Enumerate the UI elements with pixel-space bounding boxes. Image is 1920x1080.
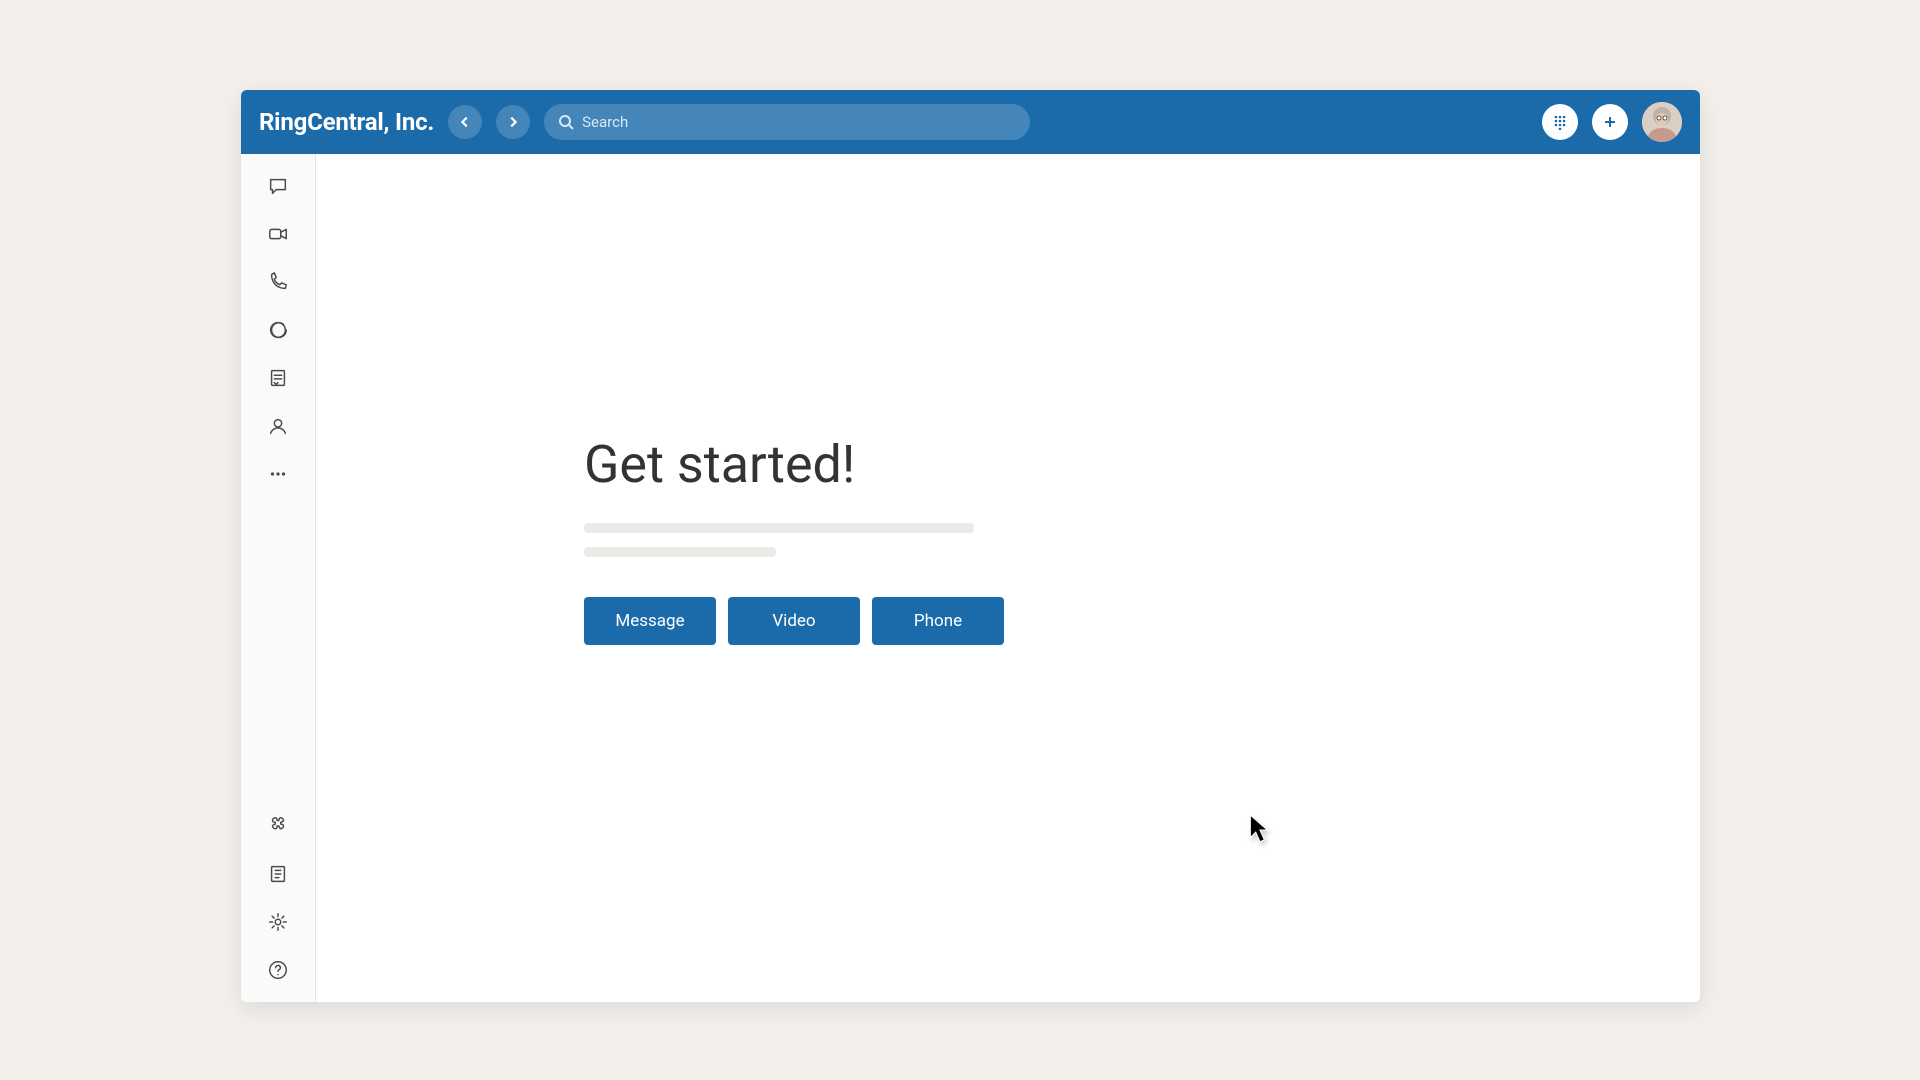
sidebar-item-text[interactable] xyxy=(258,316,298,344)
app-window: RingCentral, Inc. Search xyxy=(241,90,1700,1002)
video-icon xyxy=(267,223,289,245)
dialpad-button[interactable] xyxy=(1542,104,1578,140)
search-placeholder: Search xyxy=(582,113,628,131)
dialpad-icon xyxy=(1552,114,1568,130)
sidebar-item-help[interactable] xyxy=(258,956,298,984)
apps-icon xyxy=(267,815,289,837)
sidebar-item-more[interactable] xyxy=(258,460,298,488)
video-button[interactable]: Video xyxy=(728,597,860,645)
app-body: Get started! Message Video Phone xyxy=(241,154,1700,1002)
phone-icon xyxy=(267,271,289,293)
sidebar-item-contacts[interactable] xyxy=(258,412,298,440)
chevron-right-icon xyxy=(506,115,520,129)
new-action-button[interactable] xyxy=(1592,104,1628,140)
more-icon xyxy=(267,463,289,485)
settings-icon xyxy=(267,911,289,933)
sidebar-item-resource[interactable] xyxy=(258,860,298,888)
sidebar-item-fax[interactable] xyxy=(258,364,298,392)
text-icon xyxy=(267,319,289,341)
phone-button[interactable]: Phone xyxy=(872,597,1004,645)
action-button-row: Message Video Phone xyxy=(584,597,1700,645)
nav-back-button[interactable] xyxy=(448,105,482,139)
resource-icon xyxy=(267,863,289,885)
chevron-left-icon xyxy=(458,115,472,129)
sidebar-item-settings[interactable] xyxy=(258,908,298,936)
search-input[interactable]: Search xyxy=(544,104,1030,140)
user-avatar[interactable] xyxy=(1642,102,1682,142)
contacts-icon xyxy=(267,415,289,437)
avatar-icon xyxy=(1642,102,1682,142)
skeleton-line xyxy=(584,547,776,557)
nav-forward-button[interactable] xyxy=(496,105,530,139)
message-button[interactable]: Message xyxy=(584,597,716,645)
app-title: RingCentral, Inc. xyxy=(259,108,434,136)
sidebar-item-message[interactable] xyxy=(258,172,298,200)
message-icon xyxy=(267,175,289,197)
sidebar-item-apps[interactable] xyxy=(258,812,298,840)
sidebar-item-phone[interactable] xyxy=(258,268,298,296)
help-icon xyxy=(267,959,289,981)
sidebar xyxy=(241,154,316,1002)
main-content: Get started! Message Video Phone xyxy=(316,154,1700,1002)
page-heading: Get started! xyxy=(584,434,1700,495)
search-icon xyxy=(558,114,574,130)
fax-icon xyxy=(267,367,289,389)
skeleton-line xyxy=(584,523,974,533)
app-header: RingCentral, Inc. Search xyxy=(241,90,1700,154)
sidebar-item-video[interactable] xyxy=(258,220,298,248)
plus-icon xyxy=(1602,114,1618,130)
